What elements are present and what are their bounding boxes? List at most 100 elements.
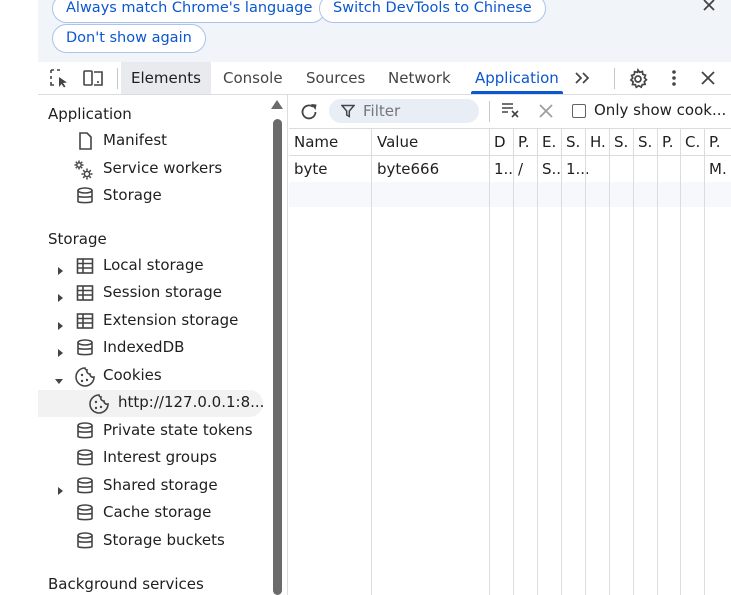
tab-application[interactable]: Application: [465, 62, 569, 94]
application-sidebar: Application Manifest Service workers Sto…: [38, 95, 286, 595]
table-icon: [75, 283, 95, 303]
column-header[interactable]: P.: [518, 133, 538, 151]
expand-arrow-icon[interactable]: [55, 262, 65, 275]
device-toolbar-icon[interactable]: [82, 68, 104, 88]
sidebar-item-shared-storage[interactable]: Shared storage: [38, 473, 263, 500]
refresh-icon[interactable]: [298, 101, 320, 121]
table-row[interactable]: byte byte666 1.. / S.. 1... M.: [289, 157, 731, 182]
only-show-issues-checkbox[interactable]: [572, 104, 586, 118]
database-icon: [75, 476, 95, 496]
column-header[interactable]: Value: [377, 133, 489, 151]
tab-console[interactable]: Console: [213, 62, 293, 94]
sidebar-item-indexeddb[interactable]: IndexedDB: [38, 335, 263, 362]
column-header[interactable]: P.: [662, 133, 682, 151]
sidebar-item-cookie-origin[interactable]: http://127.0.0.1:8...: [38, 390, 264, 417]
sidebar-item-manifest[interactable]: Manifest: [38, 128, 263, 155]
table-header: Name Value D P. E. S. H. S. S. P. C. P.: [289, 129, 731, 156]
sidebar-item-cache-storage[interactable]: Cache storage: [38, 500, 263, 527]
settings-gear-icon[interactable]: [627, 67, 649, 89]
column-header[interactable]: E.: [542, 133, 562, 151]
expand-arrow-icon[interactable]: [55, 289, 65, 302]
cookie-priority-cell: M.: [709, 160, 727, 178]
column-header[interactable]: D: [494, 133, 514, 151]
close-devtools-icon[interactable]: [698, 68, 720, 88]
sidebar-heading-storage: Storage: [48, 230, 107, 248]
sidebar-item-label: Storage: [103, 186, 162, 204]
column-divider[interactable]: [657, 129, 658, 595]
column-divider[interactable]: [537, 129, 538, 595]
tab-sources[interactable]: Sources: [296, 62, 375, 94]
sidebar-item-service-workers[interactable]: Service workers: [38, 156, 263, 183]
sidebar-item-storage-buckets[interactable]: Storage buckets: [38, 528, 263, 555]
cookie-path-cell: /: [518, 160, 524, 178]
file-icon: [75, 131, 95, 151]
sidebar-item-label: Service workers: [103, 159, 223, 177]
sidebar-item-interest-groups[interactable]: Interest groups: [38, 445, 263, 472]
sidebar-item-session-storage[interactable]: Session storage: [38, 280, 263, 307]
toolbar-divider: [117, 68, 118, 89]
sidebar-heading-application: Application: [48, 105, 132, 123]
sidebar-scrollbar[interactable]: [273, 119, 282, 595]
column-divider[interactable]: [371, 129, 372, 595]
delete-selected-icon[interactable]: [536, 101, 558, 121]
cookie-icon: [88, 393, 109, 414]
sidebar-item-label: Cookies: [103, 366, 162, 384]
sidebar-item-label: IndexedDB: [103, 338, 185, 356]
tab-elements[interactable]: Elements: [121, 62, 211, 94]
inspect-element-icon[interactable]: [49, 68, 71, 88]
tab-network[interactable]: Network: [378, 62, 461, 94]
toolbar-divider: [489, 101, 490, 122]
column-divider[interactable]: [561, 129, 562, 595]
column-header[interactable]: C.: [685, 133, 705, 151]
expand-arrow-icon[interactable]: [55, 317, 65, 330]
sidebar-item-storage-overview[interactable]: Storage: [38, 183, 263, 210]
sidebar-item-label: Local storage: [103, 256, 204, 274]
column-divider[interactable]: [585, 129, 586, 595]
database-icon: [75, 448, 95, 468]
table-row-empty: [289, 182, 731, 207]
devtools-toolbar: Elements Console Sources Network Applica…: [38, 62, 731, 95]
collapse-arrow-icon[interactable]: [54, 372, 64, 384]
cookie-value-cell: byte666: [377, 160, 440, 178]
cookies-toolbar: Only show cook...: [288, 95, 731, 127]
sidebar-heading-background-services: Background services: [48, 575, 204, 593]
column-divider[interactable]: [704, 129, 705, 595]
sidebar-item-extension-storage[interactable]: Extension storage: [38, 308, 263, 335]
cookie-domain-cell: 1..: [494, 160, 514, 178]
sidebar-item-cookies[interactable]: Cookies: [38, 363, 263, 390]
sidebar-item-label: Manifest: [103, 131, 168, 149]
more-options-icon[interactable]: [664, 68, 686, 88]
table-icon: [75, 311, 95, 331]
column-divider[interactable]: [489, 129, 490, 595]
always-match-language-button[interactable]: Always match Chrome's language: [52, 0, 327, 23]
column-header[interactable]: P.: [709, 133, 729, 151]
database-icon: [75, 503, 95, 523]
expand-arrow-icon[interactable]: [55, 482, 65, 495]
filter-input[interactable]: [363, 101, 473, 121]
cookies-pane: Only show cook... Name Value D P. E. S. …: [288, 95, 731, 595]
column-divider[interactable]: [513, 129, 514, 595]
toolbar-divider: [614, 68, 615, 89]
column-header[interactable]: H.: [590, 133, 610, 151]
sidebar-item-private-state-tokens[interactable]: Private state tokens: [38, 418, 263, 445]
close-infobar-icon[interactable]: [701, 0, 717, 16]
column-header[interactable]: S.: [614, 133, 634, 151]
column-divider[interactable]: [633, 129, 634, 595]
expand-arrow-icon[interactable]: [55, 344, 65, 357]
column-divider[interactable]: [680, 129, 681, 595]
switch-devtools-language-button[interactable]: Switch DevTools to Chinese: [319, 0, 546, 23]
cookie-icon: [74, 366, 95, 387]
sidebar-item-label: Storage buckets: [103, 531, 225, 549]
column-divider[interactable]: [609, 129, 610, 595]
scroll-up-arrow-icon[interactable]: [271, 100, 283, 109]
clear-filtered-cookies-icon[interactable]: [500, 100, 522, 120]
language-infobar: Always match Chrome's language Switch De…: [38, 0, 731, 62]
column-header[interactable]: S.: [638, 133, 658, 151]
more-tabs-icon[interactable]: [573, 68, 595, 88]
dont-show-again-button[interactable]: Don't show again: [52, 24, 206, 53]
sidebar-item-local-storage[interactable]: Local storage: [38, 253, 263, 280]
column-header[interactable]: S.: [566, 133, 586, 151]
column-header[interactable]: Name: [294, 133, 372, 151]
filter-box[interactable]: [329, 99, 479, 123]
sidebar-item-label: Session storage: [103, 283, 222, 301]
